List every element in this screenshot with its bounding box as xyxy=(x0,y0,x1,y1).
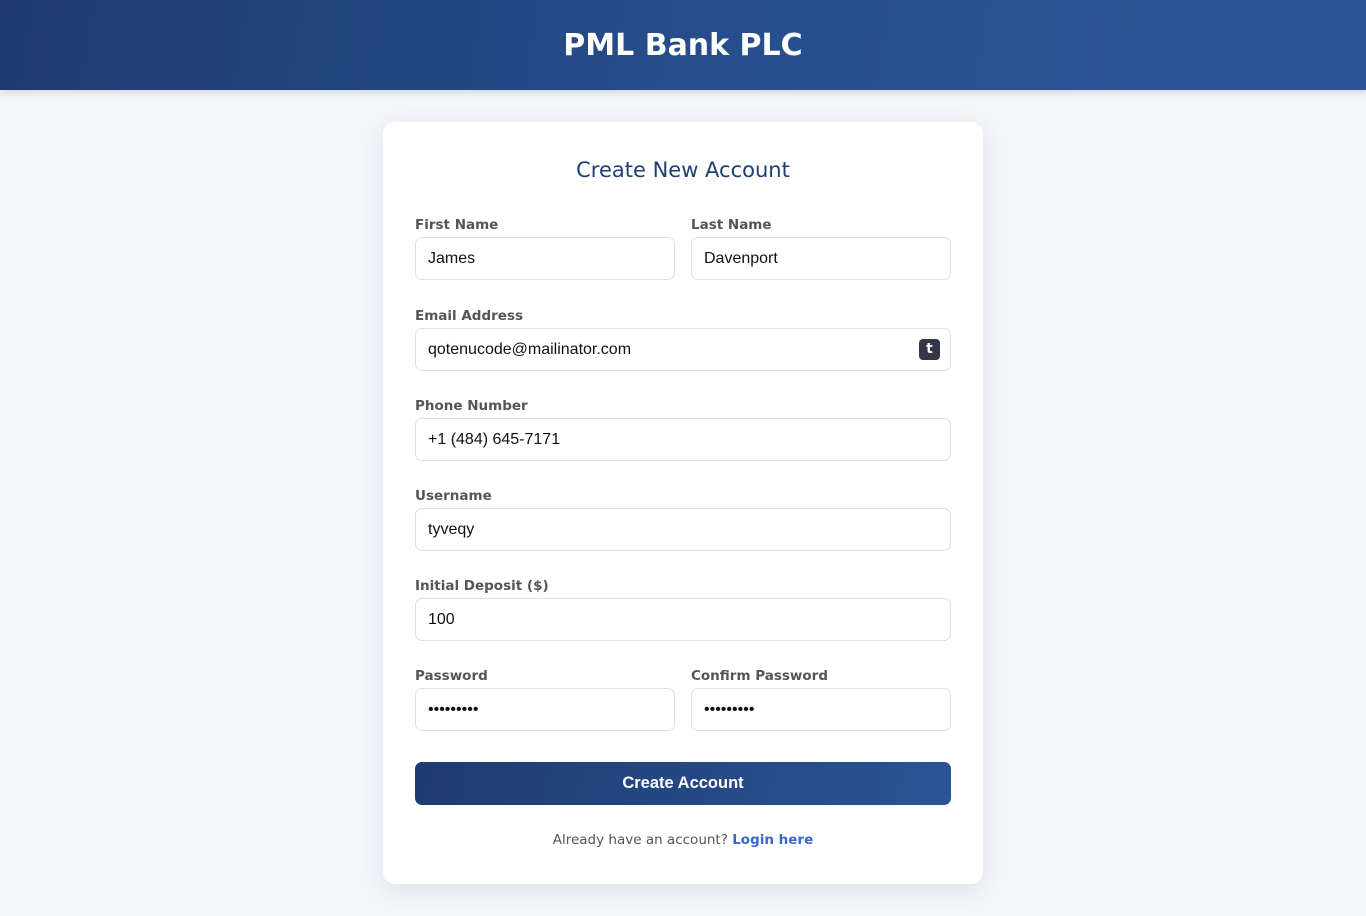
confirm-password-label: Confirm Password xyxy=(691,668,829,684)
first-name-group: First Name xyxy=(415,215,675,280)
deposit-group: Initial Deposit ($) xyxy=(415,576,951,641)
deposit-input[interactable] xyxy=(416,599,950,640)
login-prompt-text: Already have an account? xyxy=(552,832,728,848)
last-name-input[interactable] xyxy=(692,238,950,279)
phone-group: Phone Number xyxy=(415,396,951,461)
first-name-wrap xyxy=(415,237,675,280)
username-wrap xyxy=(415,508,951,551)
tumblr-icon[interactable]: t xyxy=(919,339,940,360)
register-card: Create New Account First Name Last Name … xyxy=(383,122,983,884)
username-group: Username xyxy=(415,486,951,551)
password-wrap xyxy=(415,688,675,731)
form-title: Create New Account xyxy=(576,158,790,182)
email-input[interactable] xyxy=(416,329,950,370)
password-label: Password xyxy=(415,668,488,684)
first-name-input[interactable] xyxy=(416,238,674,279)
confirm-password-input[interactable] xyxy=(692,689,950,730)
first-name-label: First Name xyxy=(415,217,499,233)
password-group: Password xyxy=(415,666,675,731)
login-link[interactable]: Login here xyxy=(732,832,813,848)
password-input[interactable] xyxy=(416,689,674,730)
email-wrap: t xyxy=(415,328,951,371)
confirm-password-wrap xyxy=(691,688,951,731)
create-account-button[interactable]: Create Account xyxy=(415,762,951,805)
deposit-wrap xyxy=(415,598,951,641)
confirm-password-group: Confirm Password xyxy=(691,666,951,731)
last-name-label: Last Name xyxy=(691,217,772,233)
login-prompt: Already have an account? Login here xyxy=(383,832,983,848)
phone-label: Phone Number xyxy=(415,398,528,414)
phone-wrap xyxy=(415,418,951,461)
phone-input[interactable] xyxy=(416,419,950,460)
last-name-wrap xyxy=(691,237,951,280)
email-group: Email Address t xyxy=(415,306,951,371)
deposit-label: Initial Deposit ($) xyxy=(415,578,549,594)
username-input[interactable] xyxy=(416,509,950,550)
last-name-group: Last Name xyxy=(691,215,951,280)
bank-name: PML Bank PLC xyxy=(563,27,803,63)
app-header: PML Bank PLC xyxy=(0,0,1366,90)
username-label: Username xyxy=(415,488,492,504)
email-label: Email Address xyxy=(415,308,524,324)
